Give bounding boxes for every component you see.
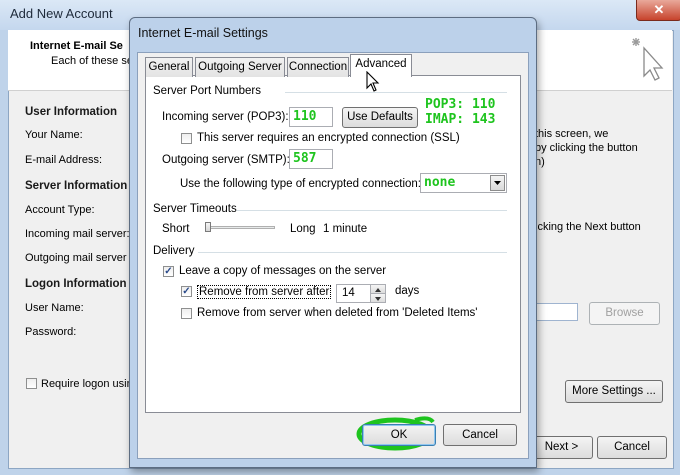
background-window-title: Add New Account: [10, 6, 113, 21]
require-logon-checkbox[interactable]: [26, 378, 37, 389]
leave-copy-label: Leave a copy of messages on the server: [179, 265, 387, 277]
require-logon-label: Require logon usin: [41, 378, 133, 390]
timeout-slider-track[interactable]: [205, 226, 275, 229]
remove-after-label: Remove from server after: [197, 285, 332, 299]
spin-up-icon[interactable]: [370, 285, 385, 294]
more-settings-button[interactable]: More Settings ...: [565, 380, 663, 403]
pop3-annotation: POP3: 110: [425, 97, 496, 112]
leave-copy-checkbox[interactable]: ✓: [163, 266, 174, 277]
outgoing-server-label: Outgoing server (SMTP):: [162, 154, 290, 166]
encryption-type-select[interactable]: none: [420, 173, 507, 193]
path-field[interactable]: [535, 303, 578, 321]
ok-button[interactable]: OK: [362, 424, 436, 446]
remove-deleted-checkbox[interactable]: [181, 308, 192, 319]
user-name-label: User Name:: [25, 302, 84, 314]
incoming-port-value: 110: [293, 109, 317, 124]
browse-button[interactable]: Browse: [589, 302, 660, 325]
timeout-long-label: Long: [290, 223, 316, 235]
your-name-label: Your Name:: [25, 129, 83, 141]
header-subtitle: Each of these se: [51, 55, 133, 67]
timeout-value: 1 minute: [323, 223, 368, 235]
incoming-port-input[interactable]: 110: [289, 107, 333, 127]
chevron-down-icon[interactable]: [490, 175, 505, 191]
close-button[interactable]: ✕: [636, 0, 680, 21]
header-title: Internet E-mail Se: [30, 40, 123, 52]
instruction-text-4: icking the Next button: [535, 221, 641, 233]
tab-general[interactable]: General: [145, 57, 193, 77]
dialog-cancel-button[interactable]: Cancel: [443, 424, 517, 446]
tab-outgoing-server[interactable]: Outgoing Server: [195, 57, 285, 77]
tab-advanced[interactable]: Advanced: [350, 54, 412, 77]
ssl-checkbox[interactable]: [181, 133, 192, 144]
incoming-server-label: Incoming server (POP3):: [162, 111, 289, 123]
delivery-heading: Delivery: [153, 245, 195, 257]
outgoing-port-value: 587: [293, 151, 317, 166]
user-info-heading: User Information: [25, 106, 118, 118]
days-spinner[interactable]: 14: [336, 284, 386, 303]
timeout-slider-thumb[interactable]: [205, 222, 211, 232]
days-value: 14: [342, 287, 355, 299]
days-label: days: [395, 285, 420, 297]
ssl-checkbox-label: This server requires an encrypted connec…: [197, 132, 460, 144]
background-cancel-button[interactable]: Cancel: [597, 436, 667, 459]
encryption-type-value: none: [424, 175, 456, 190]
outgoing-mail-server-label: Outgoing mail server (: [25, 252, 134, 264]
group-divider: [237, 210, 507, 211]
group-divider: [285, 92, 507, 93]
logon-info-heading: Logon Information: [25, 278, 127, 290]
server-info-heading: Server Information: [25, 180, 128, 192]
incoming-mail-server-label: Incoming mail server:: [25, 228, 130, 240]
remove-deleted-label: Remove from server when deleted from 'De…: [197, 307, 478, 319]
email-address-label: E-mail Address:: [25, 154, 103, 166]
dialog-title: Internet E-mail Settings: [138, 26, 268, 40]
tab-connection[interactable]: Connection: [287, 57, 349, 77]
timeout-short-label: Short: [162, 223, 190, 235]
server-port-numbers-heading: Server Port Numbers: [153, 85, 262, 97]
spin-down-icon[interactable]: [370, 294, 385, 302]
group-divider: [198, 252, 507, 253]
password-label: Password:: [25, 326, 77, 338]
imap-annotation: IMAP: 143: [425, 112, 496, 127]
cursor-sparkle-icon: [630, 36, 666, 85]
account-type-label: Account Type:: [25, 204, 95, 216]
remove-after-checkbox[interactable]: ✓: [181, 286, 192, 297]
outgoing-port-input[interactable]: 587: [289, 149, 333, 169]
encryption-type-label: Use the following type of encrypted conn…: [180, 178, 422, 190]
server-timeouts-heading: Server Timeouts: [153, 203, 237, 215]
use-defaults-button[interactable]: Use Defaults: [342, 107, 418, 128]
instruction-text-2: by clicking the button: [535, 142, 638, 154]
instruction-text-1: this screen, we: [535, 128, 609, 140]
